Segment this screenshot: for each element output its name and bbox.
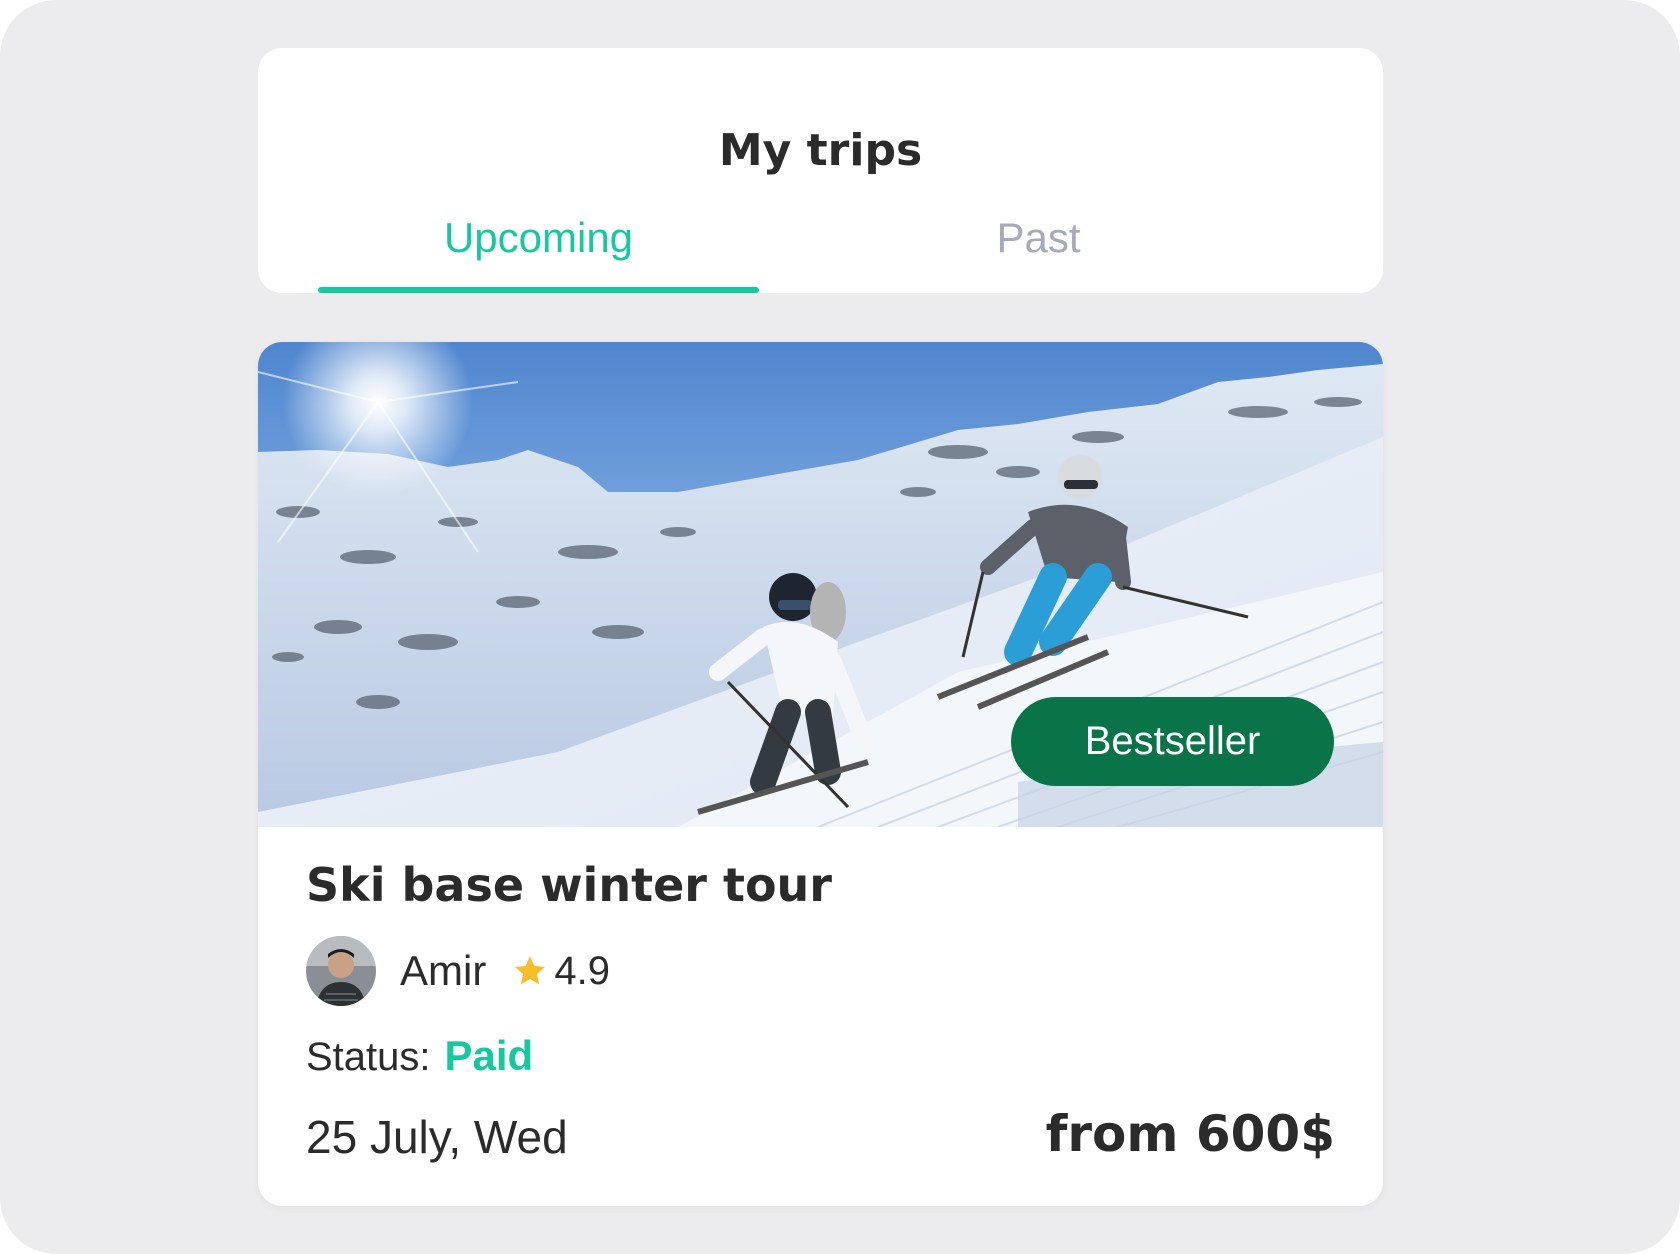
trip-card[interactable]: Bestseller Ski base winter tour Amir 4.9… — [258, 342, 1383, 1206]
host-row: Amir 4.9 — [306, 935, 610, 1007]
trip-date: 25 July, Wed — [306, 1111, 568, 1163]
status-value: Paid — [444, 1032, 534, 1079]
active-tab-indicator — [318, 287, 759, 293]
status-row: Status: Paid — [306, 1028, 533, 1084]
status-label: Status: — [306, 1035, 431, 1079]
page-title: My trips — [718, 125, 923, 176]
host-name: Amir — [400, 947, 487, 994]
bestseller-badge: Bestseller — [1011, 697, 1334, 786]
trip-title: Ski base winter tour — [306, 858, 832, 912]
star-icon — [512, 953, 548, 989]
trips-header: My trips Upcoming Past — [258, 48, 1383, 293]
tab-upcoming[interactable]: Upcoming — [318, 203, 759, 273]
avatar — [306, 936, 376, 1006]
tab-past[interactable]: Past — [818, 203, 1259, 273]
trip-price: from 600$ — [1045, 1105, 1335, 1163]
host-rating: 4.9 — [554, 948, 610, 993]
app-background: My trips Upcoming Past Bestseller Ski ba… — [0, 0, 1680, 1254]
